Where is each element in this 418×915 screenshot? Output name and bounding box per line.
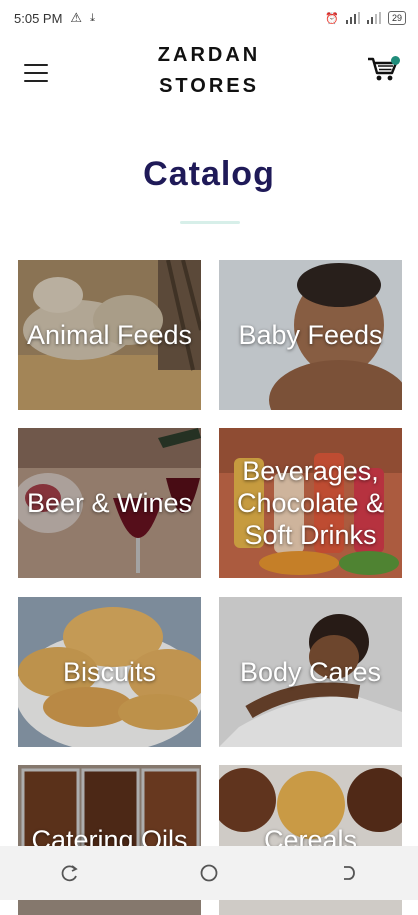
category-tile-baby-feeds[interactable]: Baby Feeds xyxy=(219,260,402,410)
brand-line-1: ZARDAN xyxy=(157,44,261,66)
system-nav-bar xyxy=(0,846,418,900)
recent-apps-icon[interactable] xyxy=(55,858,85,888)
tile-label: Body Cares xyxy=(239,657,382,687)
tile-label: Animal Feeds xyxy=(26,320,193,350)
category-tile-animal-feeds[interactable]: Animal Feeds xyxy=(18,260,201,410)
battery-indicator: 29 xyxy=(387,11,406,25)
category-tile-body-cares[interactable]: Body Cares xyxy=(219,597,402,747)
shopping-cart-icon[interactable] xyxy=(366,54,402,86)
status-time: 5:05 PM xyxy=(14,10,63,26)
store-logo: ZARDAN STORES xyxy=(0,40,418,102)
tile-label: Beverages, Chocolate & Soft Drinks xyxy=(236,456,385,550)
title-underline xyxy=(180,221,240,224)
cart-badge xyxy=(391,56,400,65)
category-tile-beverages[interactable]: Beverages, Chocolate & Soft Drinks xyxy=(219,428,402,578)
tile-label: Beer & Wines xyxy=(26,488,193,518)
status-bar: 5:05 PM ⚠ ⤓ ⏰ 29 xyxy=(0,0,418,36)
back-icon[interactable] xyxy=(333,858,363,888)
tile-label: Biscuits xyxy=(62,657,157,687)
brand-line-2: STORES xyxy=(159,75,259,97)
category-tile-biscuits[interactable]: Biscuits xyxy=(18,597,201,747)
download-icon: ⤓ xyxy=(90,11,95,24)
alarm-icon: ⏰ xyxy=(325,12,339,25)
page-title: Catalog xyxy=(143,155,275,193)
home-circle-icon[interactable] xyxy=(194,858,224,888)
tile-label: Baby Feeds xyxy=(238,320,383,350)
signal-icon xyxy=(345,12,360,24)
warning-icon: ⚠ xyxy=(70,10,83,25)
app-header: ZARDAN STORES xyxy=(0,36,418,114)
category-tile-beer-wines[interactable]: Beer & Wines xyxy=(18,428,201,578)
signal-icon-2 xyxy=(366,12,381,24)
